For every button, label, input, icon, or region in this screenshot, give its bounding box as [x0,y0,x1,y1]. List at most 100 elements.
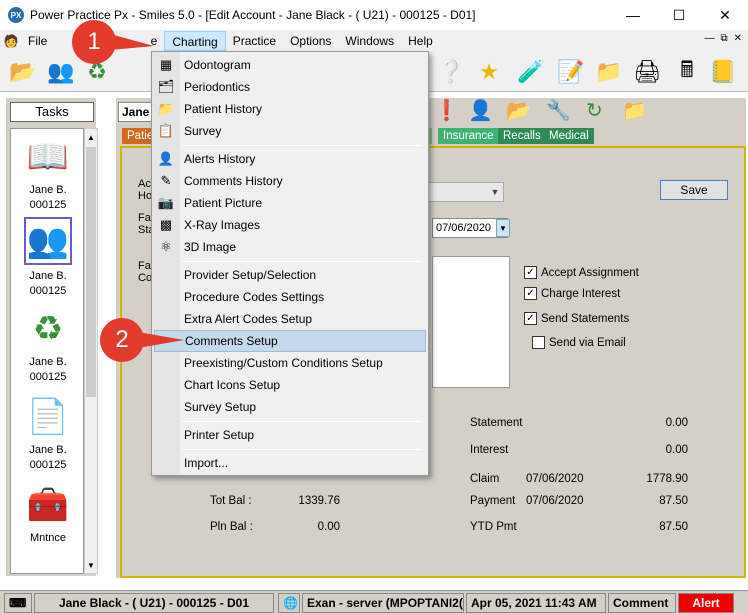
menu-separator [182,261,422,262]
pln-bal-label: Pln Bal : [210,521,253,533]
charting-menu: ▦ Odontogram 🗂 Periodontics 📁 Patient Histo… [151,51,429,476]
open-folder-icon[interactable]: 📂 [8,57,38,87]
alert-icon[interactable]: ❗ [434,98,459,123]
claim-value: 1778.90 [646,473,688,485]
scroll-up-icon[interactable]: ▲ [85,129,97,145]
menu-practice[interactable]: Practice [226,31,283,51]
mdi-minimize-icon[interactable]: — [704,33,714,44]
charge-interest-checkbox[interactable]: ✓ Charge Interest [524,287,620,300]
printer-icon[interactable]: 🖨 [632,57,662,87]
claim-date: 07/06/2020 [526,473,584,485]
maximize-icon[interactable]: ☐ [656,0,702,30]
wrench-icon[interactable]: 🔧 [546,98,571,123]
tab-patient[interactable]: Patie [122,128,153,144]
tab-medical[interactable]: Medical [544,128,594,144]
help-icon[interactable]: ❔ [436,57,466,87]
menu-item-provider-setup[interactable]: Provider Setup/Selection [154,264,426,286]
medicine-icon[interactable]: 🧪 [516,57,546,87]
notes-icon[interactable]: 📝 [556,57,586,87]
statement-value: 0.00 [665,417,688,429]
menu-item-chart-icons-setup[interactable]: Chart Icons Setup [154,374,426,396]
chevron-down-icon[interactable]: ▼ [496,219,510,237]
menu-item-procedure-codes[interactable]: Procedure Codes Settings [154,286,426,308]
menu-item-extra-alert-codes[interactable]: Extra Alert Codes Setup [154,308,426,330]
alert-person-icon: 👤 [157,151,175,166]
mdi-close-icon[interactable]: ✕ [734,33,742,44]
tasks-scrollbar[interactable]: ▲ ▼ [84,128,98,574]
title-bar: PX Power Practice Px - Smiles 5.0 - [Edi… [0,0,748,30]
callout-arrow-1 [110,34,154,50]
menu-item-survey[interactable]: 📋 Survey [154,120,426,142]
scroll-thumb[interactable] [86,147,96,397]
interest-value: 0.00 [665,444,688,456]
menu-item-comments-history[interactable]: ✎ Comments History [154,170,426,192]
status-alert-badge[interactable]: Alert [678,593,734,613]
account-combo[interactable]: ▼ [428,182,504,202]
menu-item-periodontics[interactable]: 🗂 Periodontics [154,76,426,98]
menu-windows[interactable]: Windows [338,31,401,51]
status-comment[interactable]: Comment [608,593,676,613]
comments-box[interactable] [432,256,510,388]
task-item[interactable]: 📄 Jane B. 000125 [11,395,83,473]
menu-help[interactable]: Help [401,31,440,51]
close-icon[interactable]: ✕ [702,0,748,30]
task-item[interactable]: 👥 Jane B. 000125 [11,217,83,299]
menu-item-odontogram[interactable]: ▦ Odontogram [154,54,426,76]
folders-icon[interactable]: 📁 [622,98,647,123]
menu-file[interactable]: File [22,31,54,51]
person-icon[interactable]: 👤 [468,98,493,123]
app-logo-icon: PX [8,7,24,23]
claim-label: Claim [470,473,500,485]
calculator-icon[interactable]: 🖩 [672,57,702,87]
menu-charting[interactable]: Charting [164,31,226,51]
send-via-email-checkbox[interactable]: Send via Email [532,336,626,349]
patients-icon[interactable]: 👥 [46,57,76,87]
menu-item-survey-setup[interactable]: Survey Setup [154,396,426,418]
menu-separator [182,449,422,450]
save-button[interactable]: Save [660,180,728,200]
mdi-child-icon[interactable]: 🧑 [0,34,22,48]
grid-chart-icon: ▦ [159,57,173,72]
menu-item-patient-history[interactable]: 📁 Patient History [154,98,426,120]
menu-item-preexisting-conditions[interactable]: Preexisting/Custom Conditions Setup [154,352,426,374]
menu-item-printer-setup[interactable]: Printer Setup [154,424,426,446]
menu-item-alerts-history[interactable]: 👤 Alerts History [154,148,426,170]
label-fragment: Ac [138,178,151,190]
tasks-list: 📖 Jane B. 000125 👥 Jane B. 000125 ♻ Jane… [10,128,84,574]
minimize-icon[interactable]: — [610,0,656,30]
globe-icon: 🌐 [278,593,300,613]
account-toolbar: ❗ 👤 📂 🔧 ↻ 📁 [426,98,666,126]
menu-item-3d-image[interactable]: ⚛ 3D Image [154,236,426,258]
tot-bal-label: Tot Bal : [210,495,252,507]
menu-item-xray-images[interactable]: ▩ X-Ray Images [154,214,426,236]
task-item[interactable]: ♻ Jane B. 000125 [11,307,83,385]
tab-insurance[interactable]: Insurance [438,128,499,144]
chevron-down-icon[interactable]: ▼ [487,183,503,201]
interest-label: Interest [470,444,509,456]
mdi-restore-icon[interactable]: ⧉ [720,33,727,44]
task-item[interactable]: 🧰 Mntnce [11,483,83,546]
scroll-down-icon[interactable]: ▼ [85,557,97,573]
keyboard-icon: ⌨ [4,593,32,613]
label-fragment: Fa [138,212,151,224]
payment-label: Payment [470,495,516,507]
task-item[interactable]: 📖 Jane B. 000125 [11,135,83,213]
star-icon[interactable]: ★ [474,57,504,87]
menu-options[interactable]: Options [283,31,338,51]
3d-image-icon: ⚛ [160,239,172,254]
ledger-book-icon: 📖 [26,137,70,176]
history-icon: 📁 [157,101,175,116]
payment-value: 87.50 [659,495,688,507]
accept-assignment-checkbox[interactable]: ✓ Accept Assignment [524,266,639,279]
tab-recalls[interactable]: Recalls [498,128,546,144]
folder-card-icon[interactable]: 📁 [594,57,624,87]
menu-item-comments-setup[interactable]: Comments Setup [154,330,426,352]
menu-item-patient-picture[interactable]: 📷 Patient Picture [154,192,426,214]
book-icon[interactable]: 📒 [708,57,738,87]
send-statements-checkbox[interactable]: ✓ Send Statements [524,312,629,325]
patients-icon: 👥 [24,217,72,265]
menu-item-import[interactable]: Import... [154,452,426,474]
survey-icon: 📋 [157,123,175,138]
refresh-icon[interactable]: ↻ [586,98,603,123]
folder-icon[interactable]: 📂 [506,98,531,123]
